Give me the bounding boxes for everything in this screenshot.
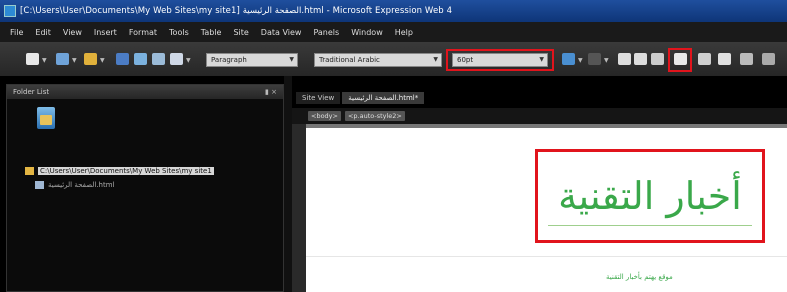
crumb-body[interactable]: <body> [308,111,341,121]
window-title: [C:\Users\User\Documents\My Web Sites\my… [20,6,453,16]
panel-splitter[interactable] [284,76,292,292]
folder-list-title: Folder List [13,88,50,96]
new-dropdown-icon[interactable]: ▼ [42,57,47,64]
menu-help[interactable]: Help [395,28,413,37]
title-bar: [C:\Users\User\Documents\My Web Sites\my… [0,0,787,22]
design-canvas[interactable]: أخبار التقنية موقع يهتم بأخبار التقنية [306,128,787,292]
toolbar: ▼ ▼ ▼ ▼ Paragraph ▼ Traditional Arabic ▼… [0,42,787,76]
underline-icon[interactable] [651,53,664,65]
justify-icon[interactable] [740,53,753,65]
chevron-down-icon: ▼ [289,56,294,63]
undo-dropdown-icon[interactable]: ▼ [578,57,583,64]
tab-home-page[interactable]: الصفحة الرئيسية.html* [342,92,425,104]
publish-icon[interactable] [134,53,147,65]
align-left-icon[interactable] [698,53,711,65]
file-name: الصفحة الرئيسية.html [48,181,115,189]
align-right-highlight [668,48,692,72]
folder-icon [25,167,34,175]
menu-window[interactable]: Window [351,28,383,37]
heading-underline [548,225,752,226]
heading-highlight-box: أخبار التقنية [535,149,765,243]
tree-root[interactable]: C:\Users\User\Documents\My Web Sites\my … [25,167,214,175]
folder-icon[interactable] [84,53,97,65]
redo-icon[interactable] [588,53,601,65]
page-heading[interactable]: أخبار التقنية [538,152,762,240]
folder-up-icon[interactable] [37,107,55,129]
menu-insert[interactable]: Insert [94,28,117,37]
font-size-highlight [446,49,554,71]
canvas-divider [306,256,787,257]
menu-panels[interactable]: Panels [313,28,339,37]
italic-icon[interactable] [634,53,647,65]
page-subtitle[interactable]: موقع يهتم بأخبار التقنية [606,273,673,281]
vertical-ruler [292,124,306,292]
new-page-icon[interactable] [26,53,39,65]
open-icon[interactable] [56,53,69,65]
tag-breadcrumb: <body> <p.auto-style2> [292,108,787,124]
preview-icon[interactable] [152,53,165,65]
bold-icon[interactable] [618,53,631,65]
font-select[interactable]: Traditional Arabic ▼ [314,53,442,67]
menu-data-view[interactable]: Data View [261,28,302,37]
save-icon[interactable] [116,53,129,65]
html-file-icon [35,181,44,189]
browser-dropdown-icon[interactable]: ▼ [186,57,191,64]
folder-list-panel: Folder List ▮ × C:\Users\User\Documents\… [6,84,284,292]
font-select-value: Traditional Arabic [319,56,380,64]
menu-bar: File Edit View Insert Format Tools Table… [0,22,787,42]
align-center-icon[interactable] [718,53,731,65]
chevron-down-icon: ▼ [433,56,438,63]
undo-icon[interactable] [562,53,575,65]
panel-close-icon[interactable]: ▮ × [265,88,277,96]
numbered-list-icon[interactable] [762,53,775,65]
style-select[interactable]: Paragraph ▼ [206,53,298,67]
folder-list-header: Folder List ▮ × [7,85,283,99]
redo-dropdown-icon[interactable]: ▼ [604,57,609,64]
menu-view[interactable]: View [63,28,82,37]
document-tabs: Site View الصفحة الرئيسية.html* [292,88,787,104]
browser-icon[interactable] [170,53,183,65]
menu-format[interactable]: Format [129,28,157,37]
app-icon [4,5,16,17]
menu-site[interactable]: Site [233,28,248,37]
menu-edit[interactable]: Edit [35,28,51,37]
open-dropdown-icon[interactable]: ▼ [72,57,77,64]
site-path: C:\Users\User\Documents\My Web Sites\my … [38,167,214,175]
folder-dropdown-icon[interactable]: ▼ [100,57,105,64]
tree-file[interactable]: الصفحة الرئيسية.html [35,181,114,189]
menu-file[interactable]: File [10,28,23,37]
menu-tools[interactable]: Tools [169,28,189,37]
style-select-value: Paragraph [211,56,247,64]
menu-table[interactable]: Table [201,28,222,37]
crumb-paragraph[interactable]: <p.auto-style2> [344,111,405,121]
tab-site-view[interactable]: Site View [296,92,341,104]
